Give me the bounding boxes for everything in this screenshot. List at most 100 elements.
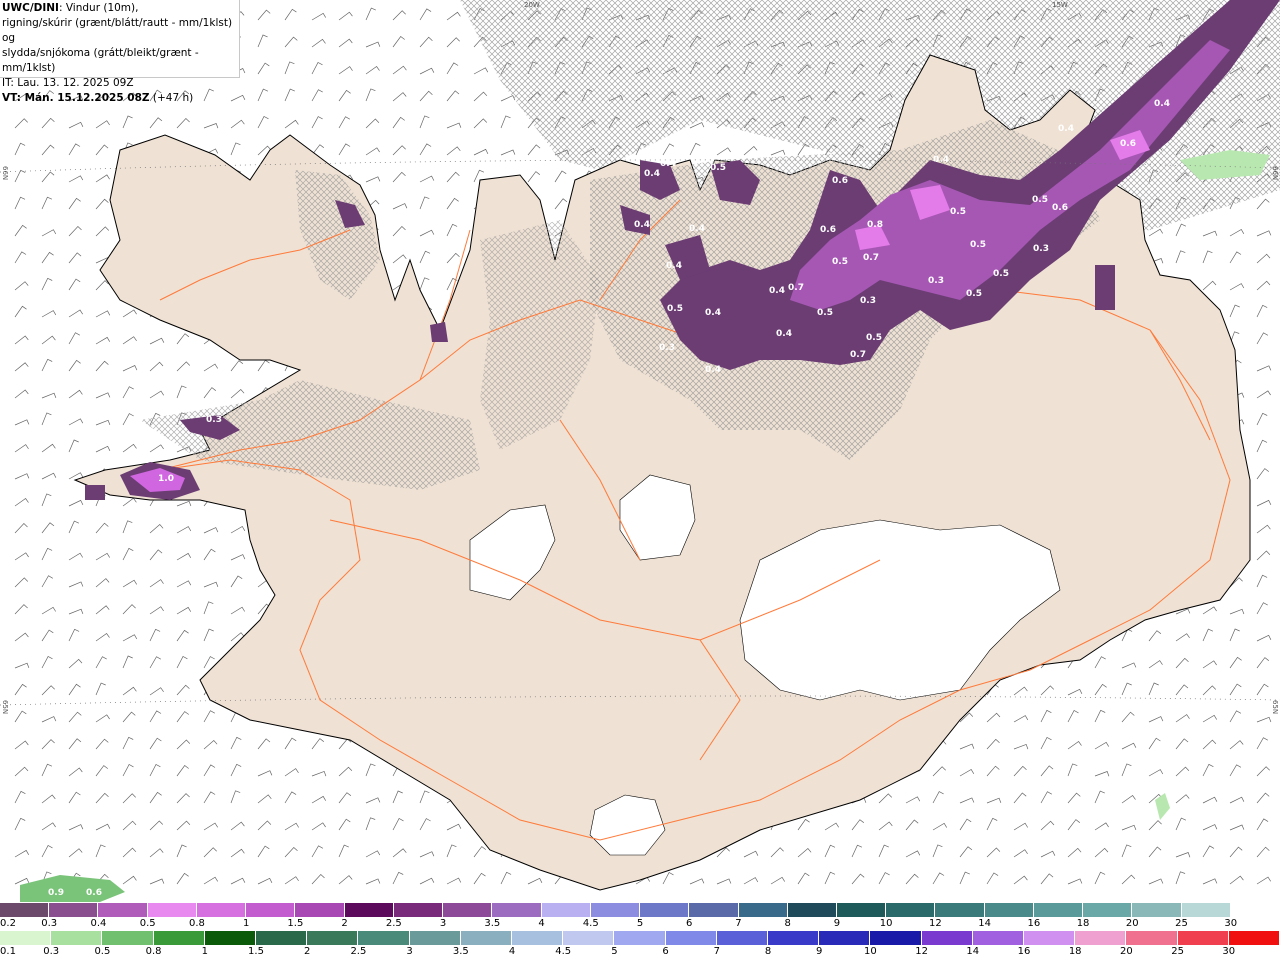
snow-scale-label: 2: [341, 918, 348, 929]
snow-scale-label: 0.3: [41, 918, 58, 929]
rain-scale-swatch: [1075, 931, 1127, 945]
rain-scale-label: 2.5: [350, 946, 367, 957]
precip-value: 0.4: [776, 329, 792, 339]
snow-scale-label: 1.5: [287, 918, 304, 929]
precip-value: 0.4: [666, 261, 682, 271]
snow-scale-label: 0.2: [0, 918, 16, 929]
snow-scale-swatch: [344, 903, 394, 917]
info-line-4: IT: Lau. 13. 12. 2025 09Z: [2, 77, 134, 89]
precip-value: 0.3: [928, 276, 944, 286]
rain-scale-label: 16: [1017, 946, 1031, 957]
info-line-1-rest: : Vindur (10m),: [58, 2, 139, 14]
snow-scale-swatch: [1230, 903, 1280, 917]
rain-scale-label: 3.5: [452, 946, 469, 957]
precip-value: 0.8: [867, 220, 883, 230]
info-line-3: slydda/snjókoma (grátt/bleikt/grænt - mm…: [2, 47, 199, 74]
snow-scale-swatch: [1181, 903, 1231, 917]
precip-value: 0.4: [1058, 124, 1074, 134]
rain-scale-swatch: [460, 931, 513, 945]
rain-scale-label: 1: [201, 946, 208, 957]
precip-value: 0.4: [705, 365, 721, 375]
snow-scale-bar: [0, 903, 1280, 917]
precip-value: 0.5: [1032, 195, 1048, 205]
precip-small-west: [430, 322, 448, 342]
precip-value: 0.6: [86, 888, 102, 898]
rain-scale-label: 12: [915, 946, 928, 957]
snow-scale-label: 6: [686, 918, 693, 929]
precip-value: 0.5: [817, 308, 833, 318]
lon-label-20w: 20W: [524, 1, 540, 9]
precip-value: 0.6: [1120, 139, 1136, 149]
rain-scale-label: 0.8: [145, 946, 162, 957]
rain-scale-label: 30: [1222, 946, 1236, 957]
snow-scale-swatch: [443, 903, 493, 917]
rain-scale-swatch: [1177, 931, 1229, 945]
lat-label-65n-right: 65N: [1271, 700, 1279, 715]
rain-scale-swatch: [1228, 931, 1280, 945]
precip-value: 0.4: [644, 169, 660, 179]
precip-value: 0.4: [660, 159, 676, 169]
snow-scale-swatch: [886, 903, 936, 917]
precip-value: 0.5: [710, 163, 726, 173]
snow-scale-swatch: [787, 903, 837, 917]
snow-scale-label: 8: [784, 918, 791, 929]
info-line-2: rigning/skúrir (grænt/blátt/rautt - mm/1…: [2, 17, 233, 44]
rain-scale-label: 9: [816, 946, 823, 957]
snow-scale-label: 1: [242, 918, 250, 929]
rain-scale-label: 4: [508, 946, 516, 957]
rain-scale-label: 14: [966, 946, 980, 957]
precip-value: 0.3: [860, 296, 876, 306]
snow-scale-swatch: [0, 903, 50, 917]
info-line-5: VT: Mán. 15.12.2025 08Z (+47 h): [2, 91, 239, 106]
rain-scale-label: 0.1: [0, 946, 16, 957]
info-line-1: UWC/DINI: Vindur (10m),: [2, 1, 239, 16]
precip-value: 0.5: [832, 257, 848, 267]
snow-scale-label: 0.5: [139, 918, 156, 929]
precip-value: 0.4: [634, 220, 650, 230]
precip-value: 0.4: [1154, 99, 1170, 109]
snow-scale-label: 20: [1125, 918, 1139, 929]
rain-scale-label: 7: [713, 946, 720, 957]
snow-scale-swatch: [393, 903, 444, 917]
snow-scale-swatch: [49, 903, 99, 917]
precip-value: 0.3: [206, 415, 222, 425]
precip-value: 0.9: [48, 888, 64, 898]
precip-small-sw: [85, 485, 105, 500]
precip-value: 0.3: [1033, 244, 1049, 254]
rain-scale-label: 8: [764, 946, 772, 957]
precip-value: 0.4: [689, 224, 705, 234]
snow-scale-labels: 0.2 0.3 0.4 0.5 0.8 1 1.5 2 2.5 3 3.5 4 4.5 5 6 7 8 9 10 12…: [0, 917, 1280, 931]
rain-scale-swatch: [665, 931, 717, 945]
model-name: UWC/DINI: [2, 2, 59, 14]
snow-scale-label: 18: [1076, 918, 1090, 929]
snow-scale-swatch: [196, 903, 247, 917]
rain-scale-label: 5: [611, 946, 618, 957]
precip-value: 0.4: [933, 155, 949, 165]
rain-scale-swatch: [256, 931, 308, 945]
snow-scale-swatch: [984, 903, 1034, 917]
precip-value: 0.4: [705, 308, 721, 318]
snow-scale-label: 4: [538, 918, 545, 929]
rain-scale-label: 20: [1120, 946, 1133, 957]
snow-scale-label: 0.4: [90, 918, 107, 929]
precip-value: 0.4: [769, 286, 785, 296]
snow-scale-swatch: [541, 903, 591, 917]
rain-scale-label: 3: [406, 946, 413, 957]
rain-scale-swatch: [1126, 931, 1178, 945]
map-info-box: UWC/DINI: Vindur (10m), rigning/skúrir (…: [0, 0, 240, 104]
snow-scale-label: 4.5: [582, 918, 599, 929]
rain-scale-label: 0.5: [94, 946, 111, 957]
snow-scale-swatch: [1132, 903, 1182, 917]
rain-color-scale: 0.1 0.3 0.5 0.8 1 1.5 2 2.5 3 3.5 4 4.5 5 6 7 8 9 10 12 14 1…: [0, 931, 1280, 960]
snow-scale-label: 30: [1224, 918, 1238, 929]
snow-scale-label: 12: [929, 918, 942, 929]
precip-value: 0.7: [788, 283, 804, 293]
snow-scale-swatch: [98, 903, 148, 917]
snow-scale-label: 25: [1175, 918, 1188, 929]
rain-scale-swatch: [972, 931, 1025, 945]
rain-scale-swatch: [204, 931, 257, 945]
precip-value: 0.5: [866, 333, 882, 343]
rain-scale-swatch: [307, 931, 359, 945]
snow-scale-swatch: [689, 903, 739, 917]
snow-scale-swatch: [738, 903, 788, 917]
